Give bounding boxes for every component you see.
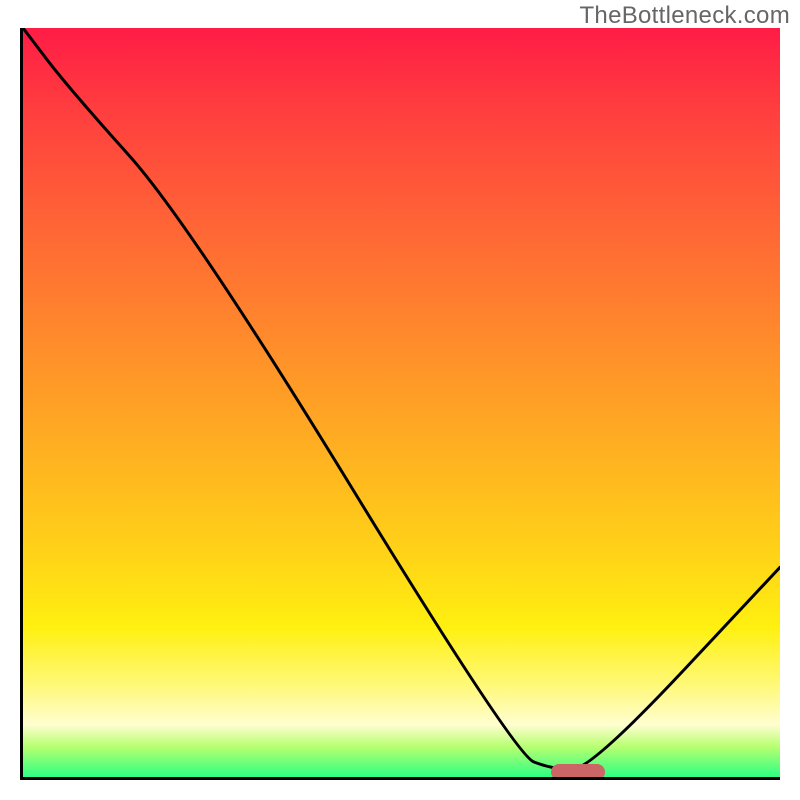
optimal-marker: [551, 764, 605, 780]
chart-stage: TheBottleneck.com: [0, 0, 800, 800]
bottleneck-curve-svg: [23, 28, 780, 777]
plot-area: [20, 28, 780, 780]
bottleneck-curve: [23, 28, 780, 770]
watermark-text: TheBottleneck.com: [579, 2, 790, 30]
